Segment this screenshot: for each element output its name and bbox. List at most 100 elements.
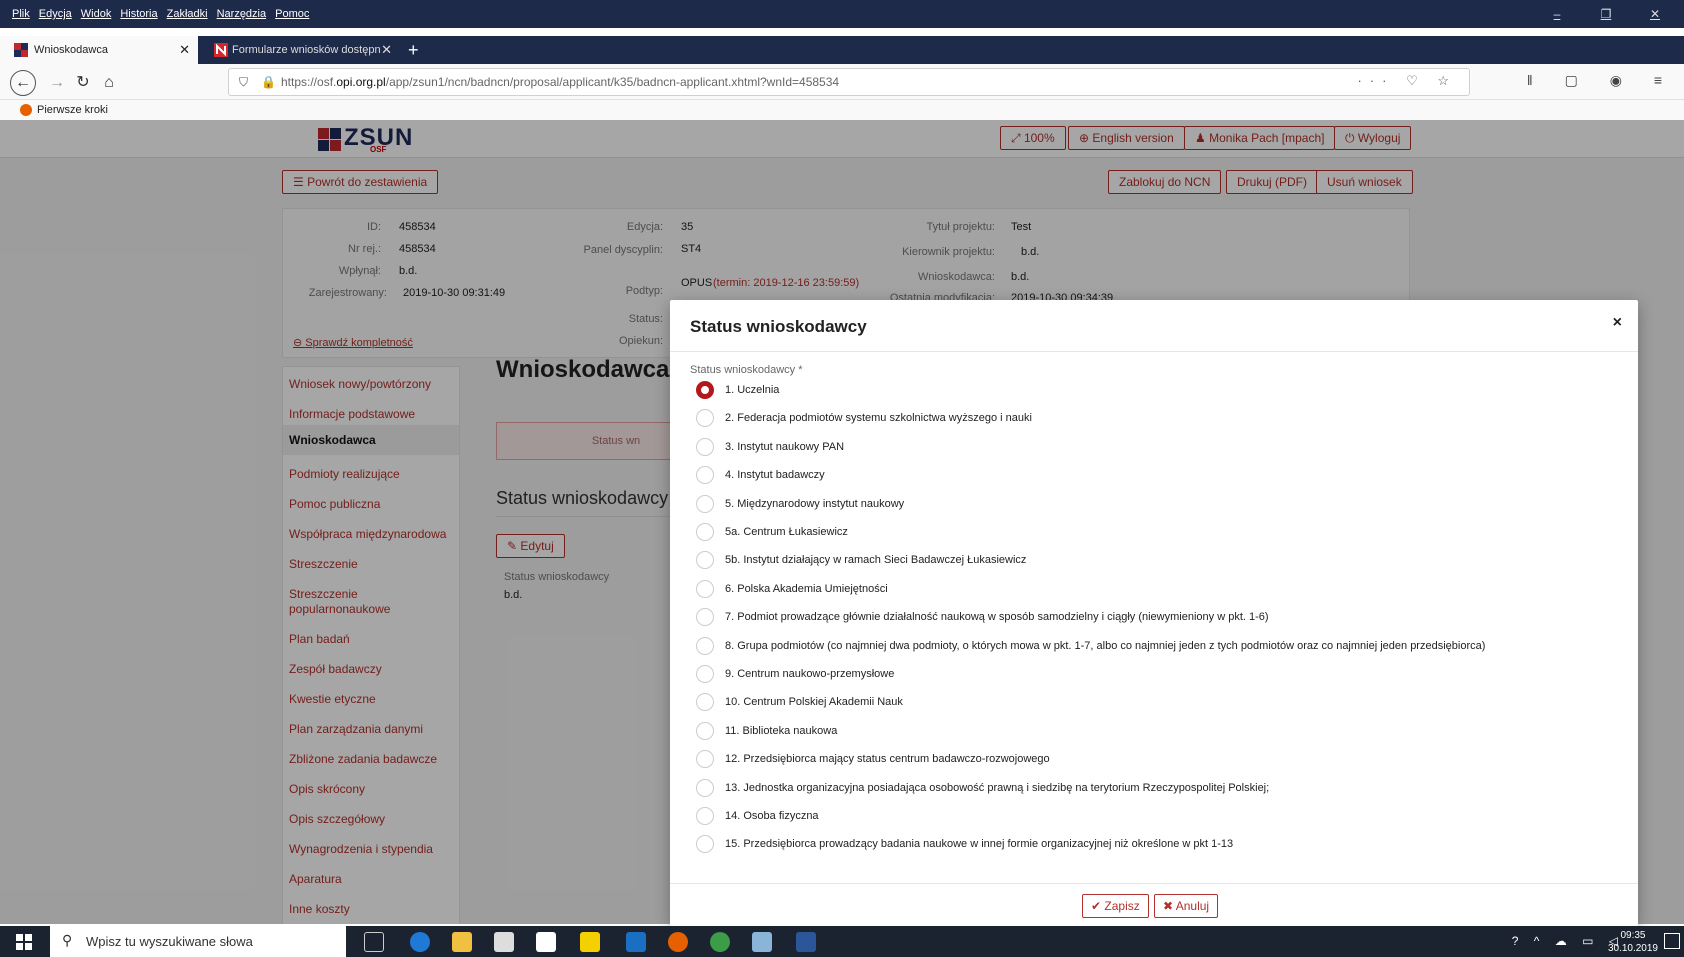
status-option[interactable]: 7. Podmiot prowadzące głównie działalnoś… — [696, 607, 1269, 627]
clock-time: 09:35 — [1620, 930, 1646, 941]
radio-button[interactable] — [696, 495, 714, 513]
radio-button[interactable] — [696, 466, 714, 484]
new-tab-icon[interactable]: + — [408, 36, 419, 64]
status-option[interactable]: 13. Jednostka organizacyjna posiadająca … — [696, 778, 1269, 798]
radio-button[interactable] — [696, 523, 714, 541]
radio-button[interactable] — [696, 608, 714, 626]
dialog-header: Status wnioskodawcy × — [670, 300, 1638, 352]
page-actions-icons[interactable]: ··· ♡ ☆ — [1357, 73, 1457, 89]
status-option[interactable]: 5a. Centrum Łukasiewicz — [696, 522, 848, 542]
status-option[interactable]: 6. Polska Akademia Umiejętności — [696, 579, 888, 599]
close-window-icon[interactable]: ✕ — [1635, 7, 1675, 21]
status-option[interactable]: 15. Przedsiębiorca prowadzący badania na… — [696, 834, 1233, 854]
status-option[interactable]: 3. Instytut naukowy PAN — [696, 437, 844, 457]
sticky-notes-icon[interactable] — [580, 932, 600, 952]
status-option[interactable]: 4. Instytut badawczy — [696, 465, 825, 485]
option-label: 6. Polska Akademia Umiejętności — [725, 583, 888, 595]
search-placeholder: Wpisz tu wyszukiwane słowa — [86, 934, 253, 949]
option-label: 3. Instytut naukowy PAN — [725, 441, 845, 453]
tab-formularze[interactable]: Formularze wniosków dostępn ✕ — [200, 36, 400, 64]
shield-icon[interactable]: ⛉ — [239, 75, 248, 90]
radio-button[interactable] — [696, 665, 714, 683]
file-explorer-icon[interactable] — [452, 932, 472, 952]
option-label: 5. Międzynarodowy instytut naukowy — [725, 498, 905, 510]
radio-button[interactable] — [696, 835, 714, 853]
status-option[interactable]: 1. Uczelnia — [696, 380, 779, 400]
minimize-icon[interactable]: – — [1537, 7, 1577, 21]
ncn-favicon-icon — [214, 43, 228, 57]
task-view-icon[interactable] — [364, 932, 384, 952]
url-domain: opi.org.pl — [336, 75, 386, 89]
url-prefix: https://osf. — [281, 75, 337, 89]
status-option[interactable]: 8. Grupa podmiotów (co najmniej dwa podm… — [696, 636, 1485, 656]
radio-button[interactable] — [696, 807, 714, 825]
notifications-icon[interactable] — [1664, 933, 1680, 949]
store-icon[interactable] — [494, 932, 514, 952]
option-label: 15. Przedsiębiorca prowadzący badania na… — [725, 838, 1234, 850]
forward-icon[interactable]: → — [44, 70, 70, 96]
status-option[interactable]: 5. Międzynarodowy instytut naukowy — [696, 494, 904, 514]
radio-button[interactable] — [696, 381, 714, 399]
status-option[interactable]: 5b. Instytut działający w ramach Sieci B… — [696, 550, 1026, 570]
radio-button[interactable] — [696, 580, 714, 598]
navigation-bar: ← → ↻ ⌂ ⛉ 🔒 https://osf. opi.org.pl/app/z… — [0, 64, 1684, 100]
radio-button[interactable] — [696, 693, 714, 711]
status-option[interactable]: 2. Federacja podmiotów systemu szkolnict… — [696, 408, 1032, 428]
window-icon[interactable] — [752, 932, 772, 952]
cancel-button[interactable]: ✖ Anuluj — [1154, 894, 1219, 918]
tab-title: Formularze wniosków dostępn — [232, 44, 381, 56]
status-dialog: Status wnioskodawcy × Status wnioskodawc… — [670, 300, 1638, 926]
menu-zakladki[interactable]: Zakładki — [167, 8, 208, 20]
status-option[interactable]: 12. Przedsiębiorca mający status centrum… — [696, 749, 1050, 769]
menu-narzedzia[interactable]: Narzędzia — [217, 8, 267, 20]
firefox-taskbar-icon[interactable] — [668, 932, 688, 952]
menu-widok[interactable]: Widok — [81, 8, 112, 20]
menu-plik[interactable]: Plik — [12, 8, 30, 20]
tab-bar: Wnioskodawca ✕ Formularze wniosków dostę… — [0, 36, 1684, 64]
status-option[interactable]: 11. Biblioteka naukowa — [696, 721, 837, 741]
close-icon[interactable]: × — [1613, 314, 1622, 332]
back-icon[interactable]: ← — [10, 70, 36, 96]
option-label: 7. Podmiot prowadzące głównie działalnoś… — [725, 611, 1269, 623]
tab-wnioskodawca[interactable]: Wnioskodawca ✕ — [0, 36, 198, 64]
home-icon[interactable]: ⌂ — [96, 70, 122, 96]
toolbar-icons[interactable]: ‖ ▢ ◉ ≡ — [1527, 72, 1676, 89]
restore-icon[interactable]: ❐ — [1586, 7, 1626, 21]
radio-button[interactable] — [696, 551, 714, 569]
bookmarks-bar: Pierwsze kroki — [0, 100, 1684, 120]
menu-edycja[interactable]: Edycja — [39, 8, 72, 20]
window-controls: – ❐ ✕ — [1537, 0, 1684, 28]
clock-date: 30.10.2019 — [1607, 943, 1658, 954]
option-label: 12. Przedsiębiorca mający status centrum… — [725, 753, 1050, 765]
url-bar[interactable]: ⛉ 🔒 https://osf. opi.org.pl/app/zsun1/ncn… — [228, 68, 1470, 96]
outlook-icon[interactable] — [626, 932, 646, 952]
close-tab-icon[interactable]: ✕ — [179, 42, 190, 58]
option-label: 13. Jednostka organizacyjna posiadająca … — [725, 782, 1270, 794]
taskbar-search[interactable]: ⚲ Wpisz tu wyszukiwane słowa — [50, 926, 346, 957]
menu-historia[interactable]: Historia — [120, 8, 157, 20]
status-option[interactable]: 14. Osoba fizyczna — [696, 806, 819, 826]
option-label: 2. Federacja podmiotów systemu szkolnict… — [725, 412, 1032, 424]
close-tab-icon[interactable]: ✕ — [381, 42, 392, 58]
radio-button[interactable] — [696, 637, 714, 655]
radio-button[interactable] — [696, 409, 714, 427]
edge-icon[interactable] — [410, 932, 430, 952]
save-button[interactable]: ✔ Zapisz — [1082, 894, 1149, 918]
clock[interactable]: 09:35 30.10.2019 — [1608, 929, 1658, 955]
radio-button[interactable] — [696, 722, 714, 740]
word-icon[interactable] — [796, 932, 816, 952]
status-option[interactable]: 9. Centrum naukowo-przemysłowe — [696, 664, 894, 684]
chrome-icon[interactable] — [710, 932, 730, 952]
radio-button[interactable] — [696, 779, 714, 797]
url-path: /app/zsun1/ncn/badncn/proposal/applicant… — [385, 75, 840, 89]
lock-icon[interactable]: 🔒 — [261, 75, 276, 89]
dialog-footer: ✔ Zapisz ✖ Anuluj — [670, 883, 1638, 926]
bookmark-pierwsze-kroki[interactable]: Pierwsze kroki — [37, 104, 108, 116]
radio-button[interactable] — [696, 438, 714, 456]
radio-button[interactable] — [696, 750, 714, 768]
mail-icon[interactable] — [536, 932, 556, 952]
windows-start-icon[interactable] — [16, 934, 32, 950]
reload-icon[interactable]: ↻ — [70, 70, 96, 96]
status-option[interactable]: 10. Centrum Polskiej Akademii Nauk — [696, 692, 903, 712]
menu-pomoc[interactable]: Pomoc — [275, 8, 309, 20]
